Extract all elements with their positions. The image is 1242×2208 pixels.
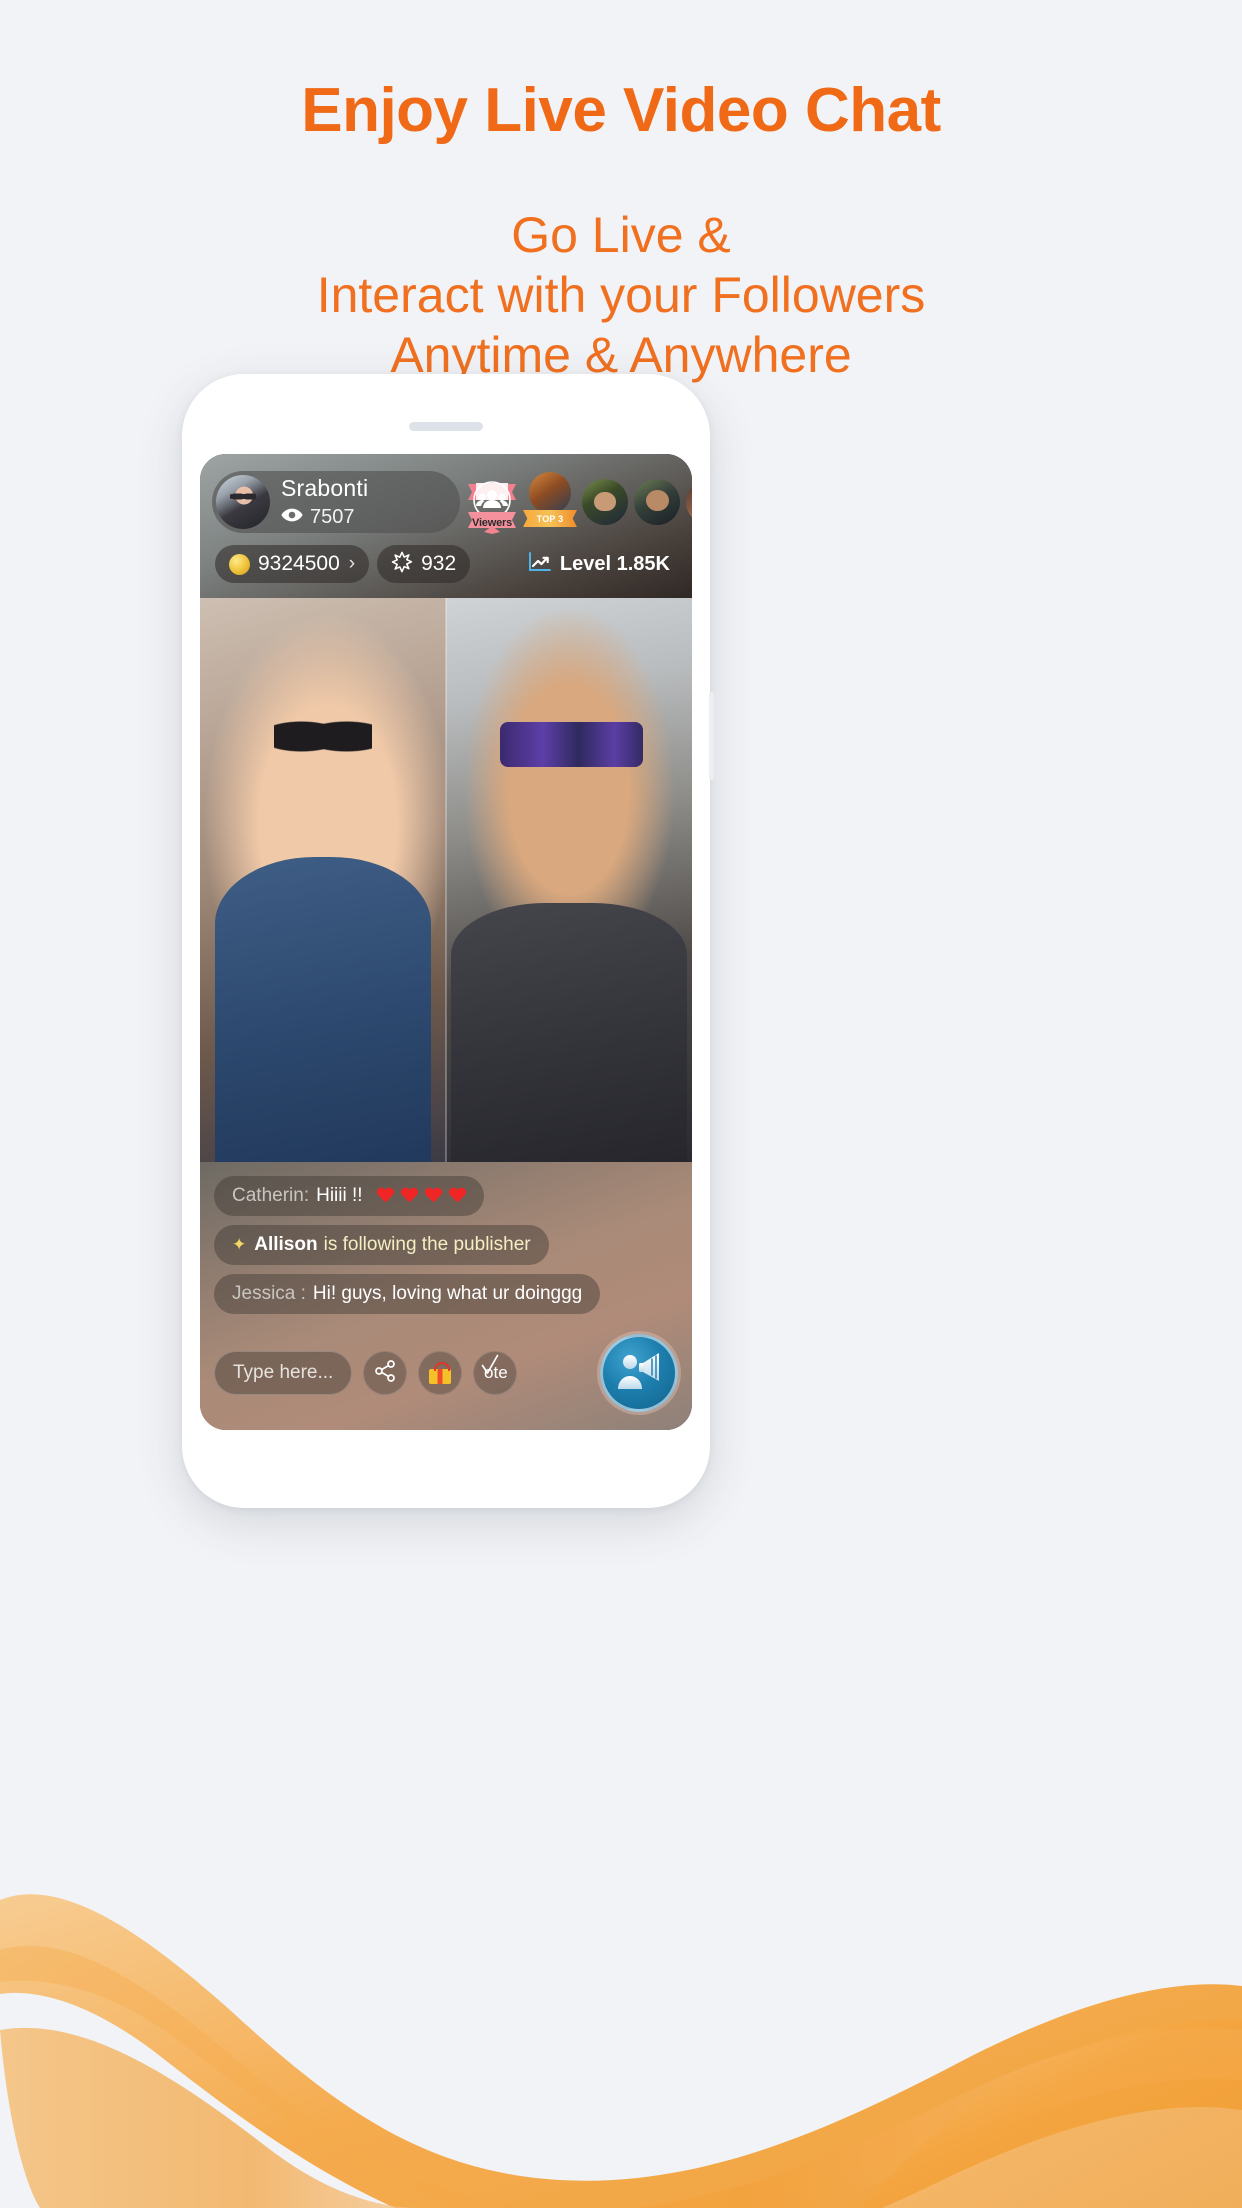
action-bar: Type here... ote [214, 1334, 678, 1412]
chat-username: Jessica : [232, 1283, 306, 1304]
video-pane-divider [445, 598, 447, 1162]
video-split-view[interactable] [200, 598, 692, 1162]
level-indicator[interactable]: Level 1.85K [528, 551, 680, 578]
chart-trend-icon [528, 551, 552, 578]
star-burst-icon [391, 551, 413, 578]
chat-username: Catherin: [232, 1185, 310, 1206]
broadcast-megaphone-icon [615, 1349, 663, 1398]
star-count-pill[interactable]: 932 [377, 545, 471, 583]
publisher-pill[interactable]: Srabonti 7507 [212, 471, 460, 533]
top3-ribbon: TOP 3 [523, 510, 577, 527]
top-viewer-4-avatar[interactable] [686, 479, 692, 525]
page-subtitle: Go Live & Interact with your Followers A… [0, 205, 1242, 385]
share-icon [373, 1359, 397, 1388]
guest-video-left[interactable] [200, 598, 446, 1162]
level-label: Level 1.85K [559, 552, 670, 575]
subtitle-line-1: Go Live & [511, 207, 731, 264]
heart-icon [401, 1188, 418, 1205]
stream-header: Srabonti 7507 Viewers TOP 3 9324500 › 93… [200, 454, 692, 598]
phone-side-button [709, 692, 714, 780]
chat-input-placeholder: Type here... [233, 1362, 334, 1383]
page-title: Enjoy Live Video Chat [301, 76, 941, 145]
viewers-badge-label: Viewers [472, 517, 512, 529]
heart-icon [425, 1188, 442, 1205]
top-viewer-3-avatar[interactable] [634, 479, 680, 525]
publisher-name: Srabonti [281, 475, 369, 501]
viewer-count: 7507 [310, 506, 355, 528]
follow-notice-item: ✦ Allison is following the publisher [214, 1225, 549, 1265]
chat-text: Hiiii !! [316, 1185, 363, 1206]
publisher-meta: Srabonti 7507 [281, 475, 369, 528]
chat-message-item: Jessica : Hi! guys, loving what ur doing… [214, 1274, 601, 1314]
chevron-right-icon: › [348, 553, 356, 574]
vote-icon-wrap: ote [481, 1354, 508, 1383]
share-button[interactable] [363, 1351, 408, 1395]
phone-mockup: Srabonti 7507 Viewers TOP 3 9324500 › 93… [182, 374, 714, 1508]
sparkle-icon: ✦ [232, 1235, 247, 1254]
follow-text: is following the publisher [323, 1234, 531, 1255]
publisher-avatar[interactable] [216, 475, 270, 529]
coin-value: 9324500 [258, 552, 340, 575]
eye-icon [281, 508, 303, 526]
follow-username: Allison [254, 1234, 318, 1255]
hero-text-block: Enjoy Live Video Chat Go Live & Interact… [0, 0, 1242, 385]
broadcast-button[interactable] [600, 1334, 678, 1412]
viewers-badge[interactable]: Viewers [466, 470, 518, 534]
header-top-row: Srabonti 7507 Viewers TOP 3 [212, 468, 692, 536]
top3-badge[interactable]: TOP 3 [523, 470, 577, 534]
chat-text: Hi! guys, loving what ur doinggg [312, 1283, 583, 1304]
promo-page: Enjoy Live Video Chat Go Live & Interact… [0, 0, 1242, 2208]
gift-icon [429, 1362, 452, 1384]
top-viewer-1-avatar[interactable] [529, 472, 571, 514]
chat-overlay: Catherin: Hiiii !! ✦ Allison is followin… [200, 1162, 692, 1430]
vote-check-icon [481, 1354, 499, 1374]
app-screen: Srabonti 7507 Viewers TOP 3 9324500 › 93… [200, 454, 692, 1430]
viewer-count-row: 7507 [281, 507, 368, 527]
earpiece-speaker [409, 422, 483, 431]
star-value: 932 [421, 552, 457, 575]
heart-icon [449, 1188, 466, 1205]
top-viewer-2-avatar[interactable] [582, 479, 628, 525]
top3-label: TOP 3 [536, 513, 564, 524]
chat-message-item: Catherin: Hiiii !! [214, 1176, 484, 1216]
vote-button[interactable]: ote [473, 1351, 518, 1395]
subtitle-line-2: Interact with your Followers [316, 267, 926, 324]
guest-video-right[interactable] [446, 598, 692, 1162]
brush-stroke-decoration [0, 1780, 1242, 2208]
coin-icon [229, 553, 250, 575]
chat-input[interactable]: Type here... [214, 1351, 353, 1395]
coin-balance-pill[interactable]: 9324500 › [215, 545, 370, 583]
heart-icons [377, 1188, 466, 1205]
chat-list: Catherin: Hiiii !! ✦ Allison is followin… [214, 1176, 678, 1323]
gift-button[interactable] [418, 1351, 463, 1395]
heart-icon [377, 1188, 394, 1205]
header-stats-row: 9324500 › 932 Level 1.85K [212, 545, 680, 583]
